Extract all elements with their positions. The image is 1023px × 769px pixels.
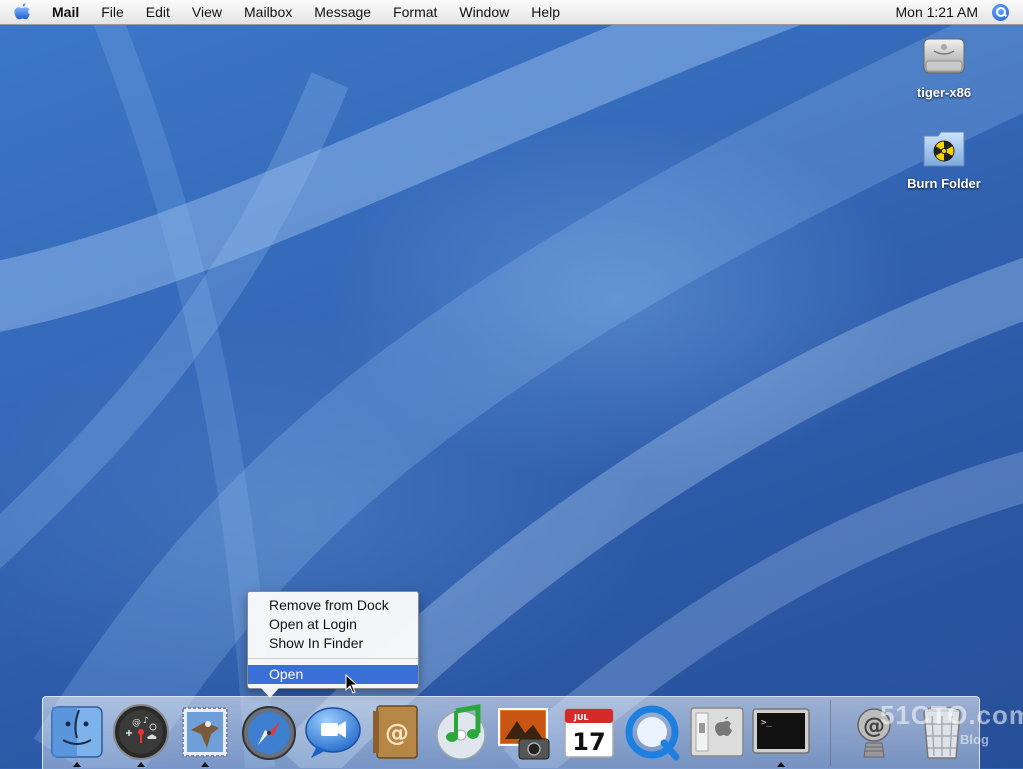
- svg-text:>_: >_: [761, 718, 772, 728]
- ctx-item-label: Show In Finder: [269, 635, 364, 651]
- desktop-icon-burn-folder[interactable]: Burn Folder: [899, 124, 989, 191]
- menu-help[interactable]: Help: [520, 0, 571, 24]
- ctx-menu-pointer: [261, 688, 279, 698]
- dock-iphoto[interactable]: [495, 701, 555, 763]
- ctx-item-label: Remove from Dock: [269, 597, 389, 613]
- svg-text:@: @: [385, 719, 409, 747]
- ctx-item-label: Open at Login: [269, 616, 357, 632]
- menu-format[interactable]: Format: [382, 0, 448, 24]
- dock-separator: [830, 700, 831, 766]
- menu-edit[interactable]: Edit: [135, 0, 181, 24]
- dock-ichat[interactable]: [303, 701, 363, 763]
- ctx-open[interactable]: Open: [248, 665, 418, 684]
- ctx-item-label: Open: [269, 666, 304, 682]
- dock-finder[interactable]: [47, 701, 107, 763]
- dashboard-icon: @ ♪: [113, 704, 169, 760]
- terminal-icon: >_: [752, 708, 810, 754]
- ctx-remove-from-dock[interactable]: Remove from Dock: [248, 596, 418, 615]
- ctx-show-in-finder[interactable]: Show In Finder: [248, 634, 418, 653]
- dock-mail[interactable]: [175, 701, 235, 763]
- apple-menu[interactable]: [0, 0, 44, 24]
- dock-terminal[interactable]: >_: [751, 701, 811, 763]
- running-indicator: [137, 762, 145, 767]
- running-indicator: [777, 762, 785, 767]
- desktop-icon-hard-drive[interactable]: tiger-x86: [899, 33, 989, 100]
- menu-view[interactable]: View: [181, 0, 233, 24]
- dock-safari[interactable]: [239, 701, 299, 763]
- running-indicator: [201, 762, 209, 767]
- system-preferences-icon: [690, 707, 744, 757]
- aqua-wallpaper-curves: [0, 0, 1023, 768]
- ctx-open-at-login[interactable]: Open at Login: [248, 615, 418, 634]
- menu-app-name[interactable]: Mail: [44, 0, 90, 24]
- mail-icon: [182, 707, 228, 757]
- burn-folder-icon: [923, 131, 965, 167]
- itunes-icon: [436, 704, 486, 760]
- dock-address-book[interactable]: @: [367, 701, 427, 763]
- hard-drive-icon: [923, 38, 965, 74]
- dock-itunes[interactable]: [431, 701, 491, 763]
- watermark-sub: Blog: [960, 732, 989, 747]
- menu-mailbox[interactable]: Mailbox: [233, 0, 303, 24]
- ctx-separator: [248, 658, 418, 659]
- menu-window[interactable]: Window: [448, 0, 520, 24]
- desktop-icon-label: tiger-x86: [916, 85, 972, 100]
- dock-context-menu: Remove from Dock Open at Login Show In F…: [247, 591, 419, 698]
- menu-message[interactable]: Message: [303, 0, 382, 24]
- iphoto-icon: [498, 708, 550, 760]
- finder-icon: [51, 706, 103, 758]
- menu-clock[interactable]: Mon 1:21 AM: [896, 4, 993, 20]
- watermark: 51CTO.com: [880, 700, 1023, 730]
- apple-logo-icon: [14, 3, 30, 20]
- ical-icon: JUL 17: [564, 708, 614, 758]
- address-book-icon: @: [373, 705, 418, 759]
- safari-icon: [242, 706, 296, 760]
- svg-text:17: 17: [572, 728, 605, 756]
- menu-file[interactable]: File: [90, 0, 135, 24]
- quicktime-icon: [625, 705, 680, 761]
- desktop-background: [0, 0, 1023, 768]
- desktop-icon-label: Burn Folder: [907, 176, 981, 191]
- dock-ical[interactable]: JUL 17: [559, 701, 619, 763]
- running-indicator: [73, 762, 81, 767]
- dock-dashboard[interactable]: @ ♪: [111, 701, 171, 763]
- svg-text:@: @: [132, 718, 141, 728]
- spotlight-search-icon[interactable]: [992, 3, 1009, 21]
- mouse-cursor-icon: [345, 674, 359, 694]
- svg-text:♪: ♪: [143, 716, 149, 726]
- ichat-icon: [305, 707, 361, 758]
- dock-quicktime[interactable]: [623, 701, 683, 763]
- menu-bar: Mail File Edit View Mailbox Message Form…: [0, 0, 1023, 25]
- dock-system-preferences[interactable]: [687, 701, 747, 763]
- svg-text:JUL: JUL: [573, 713, 589, 722]
